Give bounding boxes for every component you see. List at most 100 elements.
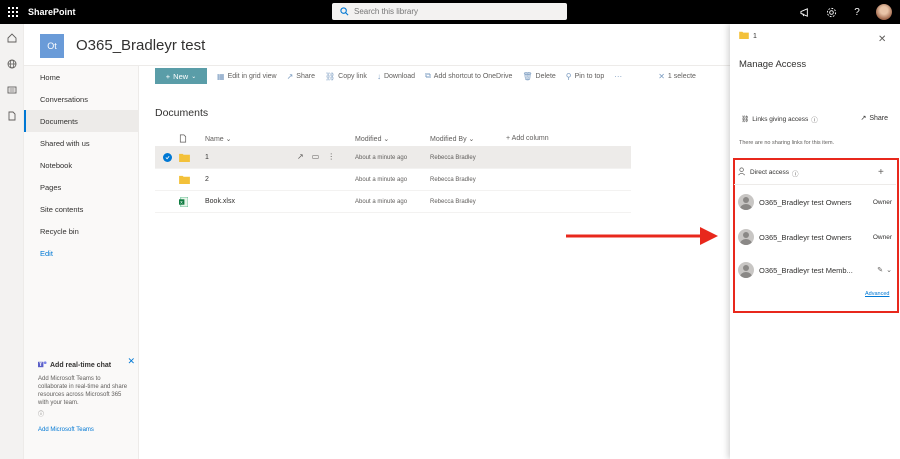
search-icon xyxy=(340,3,349,21)
table-row[interactable]: 1 About a minute ago Rebecca Bradley ↗ ▭… xyxy=(155,147,631,169)
link-icon: ⛓ xyxy=(324,71,336,81)
share-icon[interactable]: ↗ xyxy=(297,152,304,161)
chevron-down-icon: ⌄ xyxy=(468,135,475,143)
links-section-header: ⛓ Links giving access ⓘ ↗ Share xyxy=(741,114,888,125)
new-button[interactable]: + New ⌄ xyxy=(155,68,207,84)
chevron-down-icon: ⌄ xyxy=(225,135,232,143)
svg-text:x: x xyxy=(180,200,183,205)
add-shortcut-button[interactable]: ⧉ Add shortcut to OneDrive xyxy=(425,71,512,81)
edit-pencil-icon[interactable]: ✎ xyxy=(877,266,883,274)
share-icon: ↗ xyxy=(860,115,867,122)
add-teams-link[interactable]: Add Microsoft Teams xyxy=(38,427,129,433)
megaphone-icon[interactable] xyxy=(798,5,812,19)
panel-title: Manage Access xyxy=(739,59,807,70)
nav-item-recycle-bin[interactable]: Recycle bin xyxy=(24,220,138,242)
add-people-button[interactable]: + xyxy=(878,167,884,178)
trash-icon: 🗑 xyxy=(522,71,533,81)
site-navigation: Home Conversations Documents Shared with… xyxy=(24,66,139,459)
member-role[interactable]: Owner xyxy=(873,234,892,241)
nav-item-home[interactable]: Home xyxy=(24,66,138,88)
member-row[interactable]: O365_Bradleyr test Owners Owner xyxy=(738,193,892,211)
item-modified-by[interactable]: Rebecca Bradley xyxy=(430,155,506,161)
share-icon: ↗ xyxy=(286,71,294,81)
site-title[interactable]: O365_Bradleyr test xyxy=(76,37,205,54)
nav-edit-link[interactable]: Edit xyxy=(24,242,138,264)
search-input[interactable] xyxy=(354,7,534,16)
shortcut-icon: ⧉ xyxy=(425,71,431,80)
nav-item-shared-with-us[interactable]: Shared with us xyxy=(24,132,138,154)
delete-button[interactable]: 🗑 Delete xyxy=(522,72,555,81)
advanced-link[interactable]: Advanced xyxy=(865,291,889,297)
document-list: Name ⌄ Modified ⌄ Modified By ⌄ + Add co… xyxy=(155,131,631,213)
nav-item-site-contents[interactable]: Site contents xyxy=(24,198,138,220)
item-name[interactable]: 2 xyxy=(205,176,355,183)
table-row[interactable]: x Book.xlsx About a minute ago Rebecca B… xyxy=(155,191,631,213)
member-name: O365_Bradleyr test Owners xyxy=(759,197,852,207)
column-header-modified-by[interactable]: Modified By ⌄ xyxy=(430,135,506,143)
document-icon[interactable] xyxy=(0,104,24,128)
no-links-message: There are no sharing links for this item… xyxy=(739,140,835,146)
copy-link-button[interactable]: ⛓ Copy link xyxy=(325,72,367,81)
member-role[interactable]: Owner xyxy=(873,199,892,206)
member-row[interactable]: O365_Bradleyr test Memb... ✎ ⌄ xyxy=(738,261,892,279)
more-options-icon[interactable]: ⋮ xyxy=(327,152,335,161)
comment-icon[interactable]: ▭ xyxy=(312,152,320,161)
pin-icon: ⚲ xyxy=(565,71,572,81)
folder-icon xyxy=(179,153,205,162)
chevron-down-icon: ⌄ xyxy=(383,135,390,143)
edit-grid-button[interactable]: ▦ Edit in grid view xyxy=(217,72,277,81)
manage-access-panel: 1 ✕ Manage Access ⛓ Links giving access … xyxy=(730,24,900,459)
teams-chat-card: ✕ T Add real-time chat Add Microsoft Tea… xyxy=(24,354,139,444)
globe-icon[interactable] xyxy=(0,52,24,76)
chevron-down-icon[interactable]: ⌄ xyxy=(886,266,892,274)
site-logo[interactable]: Ot xyxy=(40,34,64,58)
download-button[interactable]: ↓ Download xyxy=(377,72,415,81)
chevron-down-icon: ⌄ xyxy=(191,73,197,80)
people-icon xyxy=(738,167,747,178)
info-icon[interactable]: ⓘ xyxy=(792,168,799,178)
close-icon[interactable]: ✕ xyxy=(127,356,135,367)
help-icon[interactable]: ? xyxy=(850,5,864,19)
app-bar xyxy=(0,24,24,459)
nav-item-pages[interactable]: Pages xyxy=(24,176,138,198)
search-box[interactable] xyxy=(332,3,567,20)
pin-button[interactable]: ⚲ Pin to top xyxy=(566,72,604,81)
chat-card-description: Add Microsoft Teams to collaborate in re… xyxy=(38,376,128,406)
selection-status[interactable]: ✕ 1 selecte xyxy=(658,72,696,81)
person-avatar xyxy=(738,229,754,245)
table-row[interactable]: 2 About a minute ago Rebecca Bradley xyxy=(155,169,631,191)
gear-icon[interactable] xyxy=(824,5,838,19)
app-launcher-icon[interactable] xyxy=(0,0,26,24)
excel-file-icon: x xyxy=(179,196,205,207)
command-bar: + New ⌄ ▦ Edit in grid view ↗ Share ⛓ Copy … xyxy=(155,67,730,85)
info-icon: ⓘ xyxy=(38,412,45,418)
divider xyxy=(734,184,896,185)
folder-icon xyxy=(179,175,205,184)
nav-item-notebook[interactable]: Notebook xyxy=(24,154,138,176)
panel-item-name: 1 xyxy=(753,32,757,40)
add-column-button[interactable]: + Add column xyxy=(506,135,586,142)
user-avatar[interactable] xyxy=(876,4,892,20)
row-checkbox[interactable] xyxy=(155,153,179,162)
more-options-icon[interactable]: ··· xyxy=(614,72,622,81)
home-icon[interactable] xyxy=(0,26,24,50)
item-name[interactable]: Book.xlsx xyxy=(205,198,355,205)
member-row[interactable]: O365_Bradleyr test Owners Owner xyxy=(738,228,892,246)
nav-item-documents[interactable]: Documents xyxy=(24,110,138,132)
info-icon[interactable]: ⓘ xyxy=(811,114,818,124)
library-title: Documents xyxy=(155,107,209,119)
news-icon[interactable] xyxy=(0,78,24,102)
item-modified-by[interactable]: Rebecca Bradley xyxy=(430,177,506,183)
close-panel-icon[interactable]: ✕ xyxy=(878,34,886,45)
item-modified-by[interactable]: Rebecca Bradley xyxy=(430,199,506,205)
column-header-name[interactable]: Name ⌄ xyxy=(205,135,355,143)
site-header: Ot O365_Bradleyr test xyxy=(24,24,730,66)
grid-icon: ▦ xyxy=(217,71,225,81)
share-button[interactable]: ↗ Share xyxy=(287,72,315,81)
nav-item-conversations[interactable]: Conversations xyxy=(24,88,138,110)
item-modified: About a minute ago xyxy=(355,176,408,183)
app-brand[interactable]: SharePoint xyxy=(28,7,76,17)
share-link-button[interactable]: ↗ Share xyxy=(860,114,888,123)
file-type-icon[interactable] xyxy=(179,134,205,143)
column-header-modified[interactable]: Modified ⌄ xyxy=(355,135,430,143)
